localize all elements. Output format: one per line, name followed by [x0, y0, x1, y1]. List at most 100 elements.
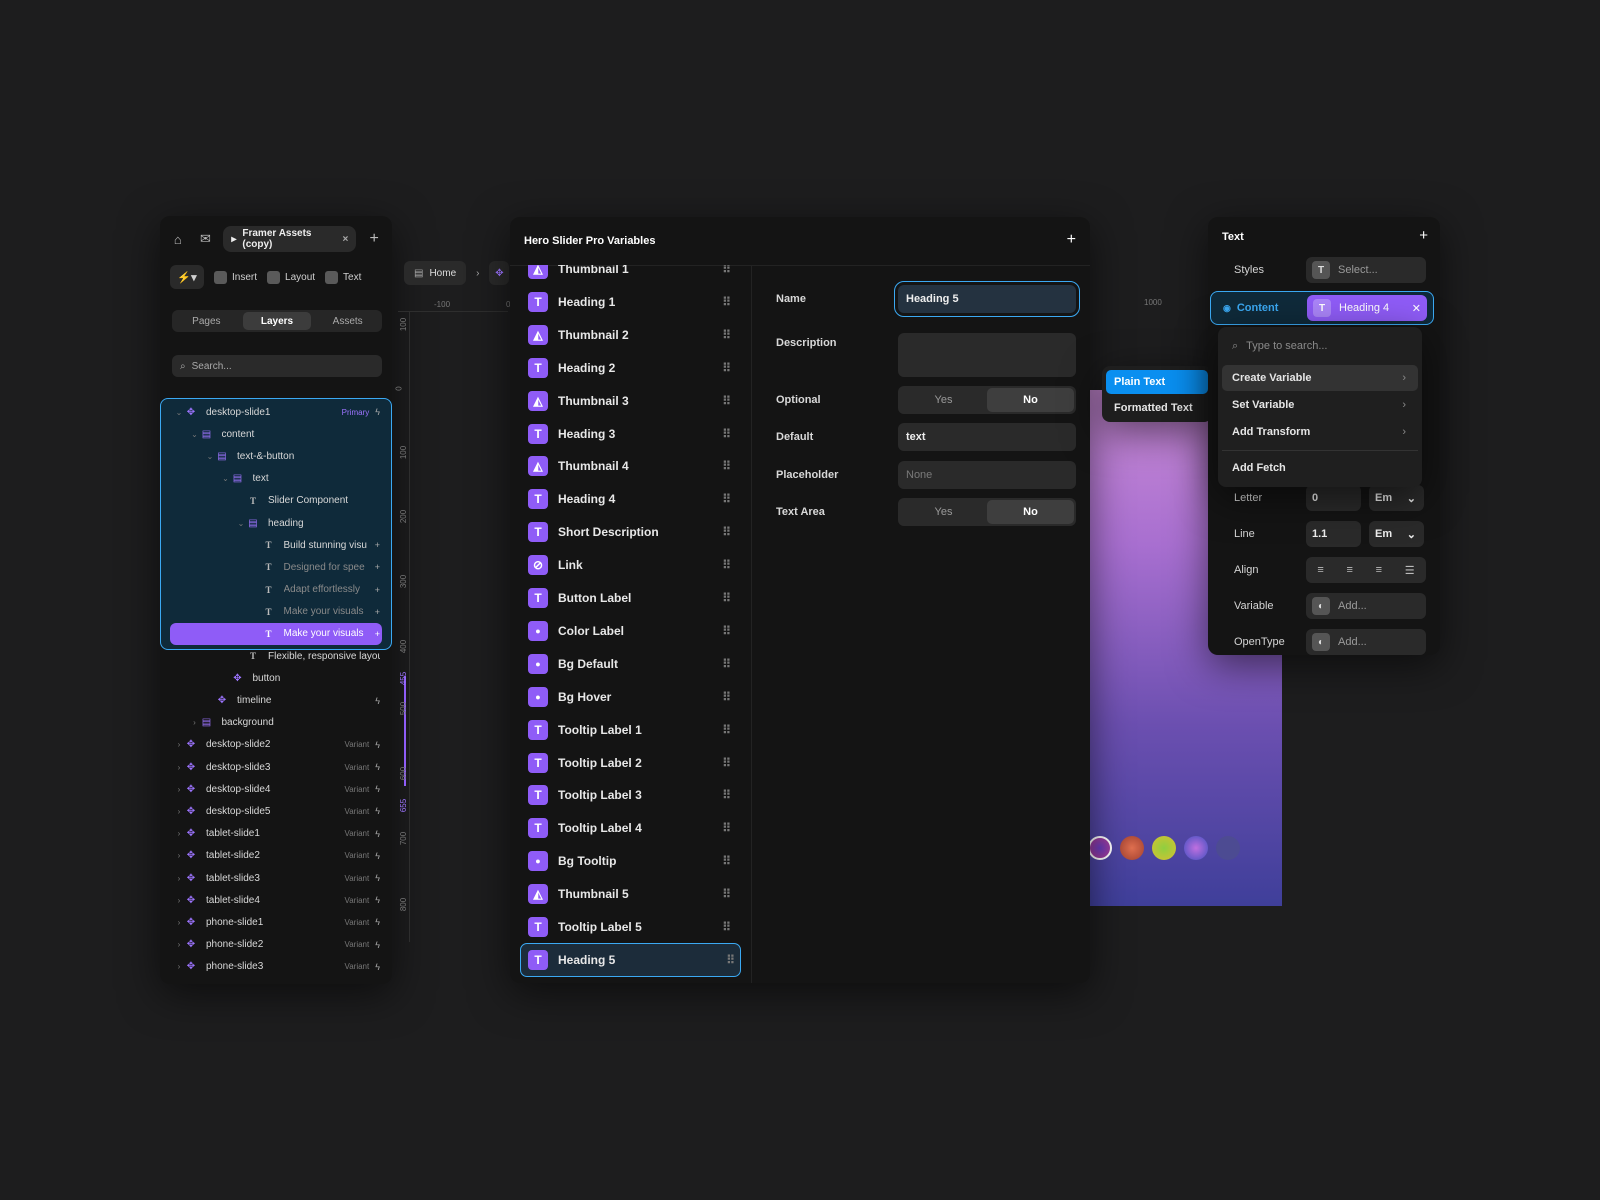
variable-row[interactable]: ◭ Thumbnail 4 ⠿ — [528, 452, 739, 480]
chevron-icon[interactable]: ⌄ — [221, 474, 231, 483]
layer-row[interactable]: › ✥ desktop-slide2 Variant ϟ — [160, 734, 392, 756]
layer-row[interactable]: ⌄ ✥ desktop-slide1 Primary ϟ — [160, 401, 392, 423]
thumbnail-dot[interactable] — [1216, 836, 1240, 860]
tab-layers[interactable]: Layers — [242, 312, 312, 330]
drag-handle-icon[interactable]: ⠿ — [722, 265, 731, 276]
layout-button[interactable]: Layout — [267, 270, 315, 284]
optional-yes[interactable]: Yes — [900, 388, 987, 412]
chevron-icon[interactable]: › — [174, 763, 184, 772]
description-textarea[interactable] — [898, 333, 1076, 377]
layer-row[interactable]: T Slider Component — [160, 490, 392, 512]
drag-handle-icon[interactable]: ⠿ — [722, 854, 731, 868]
chevron-icon[interactable]: ⌄ — [205, 452, 215, 461]
align-right-icon[interactable]: ≡ — [1376, 564, 1382, 576]
layer-row[interactable]: ✥ timeline ϟ — [160, 689, 392, 711]
thumbnail-dot[interactable] — [1184, 836, 1208, 860]
layer-row[interactable]: T Designed for spee + — [160, 556, 392, 578]
chevron-icon[interactable]: › — [174, 918, 184, 927]
drag-handle-icon[interactable]: ⠿ — [722, 723, 731, 737]
thumbnail-dot[interactable] — [1088, 836, 1112, 860]
add-variable-icon[interactable]: + — [375, 607, 380, 617]
project-tab[interactable]: ▸ Framer Assets (copy) × — [223, 226, 357, 252]
insert-button[interactable]: Insert — [214, 270, 257, 284]
drag-handle-icon[interactable]: ⠿ — [722, 394, 731, 408]
drag-handle-icon[interactable]: ⠿ — [722, 887, 731, 901]
add-icon[interactable]: + — [1419, 228, 1428, 243]
chevron-icon[interactable]: › — [174, 874, 184, 883]
drag-handle-icon[interactable]: ⠿ — [722, 459, 731, 473]
layer-row[interactable]: ⌄ ▤ heading — [160, 512, 392, 534]
layer-row[interactable]: ⌄ ▤ text — [160, 468, 392, 490]
chevron-icon[interactable]: › — [174, 740, 184, 749]
letter-input[interactable]: 0 — [1306, 485, 1361, 511]
add-variable-icon[interactable]: + — [375, 629, 380, 639]
line-input[interactable]: 1.1 — [1306, 521, 1361, 547]
drag-handle-icon[interactable]: ⠿ — [722, 328, 731, 342]
variable-row[interactable]: ● Bg Hover ⠿ — [528, 683, 739, 711]
letter-unit-select[interactable]: Em ⌄ — [1369, 485, 1424, 511]
content-variable-chip[interactable]: T Heading 4 ✕ — [1307, 295, 1427, 321]
variable-row[interactable]: ◭ Thumbnail 3 ⠿ — [528, 387, 739, 415]
name-input[interactable]: Heading 5 — [894, 281, 1080, 317]
chevron-icon[interactable]: ⌄ — [190, 430, 200, 439]
align-left-icon[interactable]: ≡ — [1317, 564, 1323, 576]
layer-row[interactable]: T Flexible, responsive layout — [160, 645, 392, 667]
drag-handle-icon[interactable]: ⠿ — [722, 361, 731, 375]
layer-row[interactable]: › ✥ phone-slide1 Variant ϟ — [160, 911, 392, 933]
chevron-icon[interactable]: ⌄ — [236, 519, 246, 528]
variable-row[interactable]: ● Bg Tooltip ⠿ — [528, 847, 739, 875]
framer-menu-button[interactable]: ⚡▾ — [170, 265, 204, 289]
textarea-no[interactable]: No — [987, 500, 1074, 524]
inbox-icon[interactable]: ✉ — [196, 228, 216, 250]
variable-row[interactable]: T Heading 2 ⠿ — [528, 354, 739, 382]
layer-row[interactable]: › ✥ desktop-slide3 Variant ϟ — [160, 756, 392, 778]
align-center-icon[interactable]: ≡ — [1346, 564, 1352, 576]
drag-handle-icon[interactable]: ⠿ — [722, 624, 731, 638]
create-variable-item[interactable]: Create Variable › — [1222, 365, 1418, 391]
drag-handle-icon[interactable]: ⠿ — [722, 427, 731, 441]
tab-pages[interactable]: Pages — [172, 310, 241, 332]
chevron-icon[interactable]: › — [190, 718, 200, 727]
layer-row[interactable]: › ✥ tablet-slide3 Variant ϟ — [160, 867, 392, 889]
chevron-icon[interactable]: ⌄ — [174, 408, 184, 417]
drag-handle-icon[interactable]: ⠿ — [722, 821, 731, 835]
variable-row[interactable]: ◭ Thumbnail 2 ⠿ — [528, 321, 739, 349]
tab-assets[interactable]: Assets — [313, 310, 382, 332]
drag-handle-icon[interactable]: ⠿ — [726, 953, 735, 967]
variable-row[interactable]: T Tooltip Label 5 ⠿ — [528, 913, 739, 941]
add-transform-item[interactable]: Add Transform › — [1222, 419, 1418, 445]
chevron-icon[interactable]: › — [174, 940, 184, 949]
layer-row[interactable]: › ✥ desktop-slide4 Variant ϟ — [160, 778, 392, 800]
variable-row[interactable]: T Tooltip Label 4 ⠿ — [528, 814, 739, 842]
text-button[interactable]: Text — [325, 270, 361, 284]
chevron-icon[interactable]: › — [174, 962, 184, 971]
add-fetch-item[interactable]: Add Fetch — [1222, 455, 1418, 481]
remove-icon[interactable]: ✕ — [1412, 302, 1421, 315]
add-variable-icon[interactable]: + — [375, 585, 380, 595]
variable-row[interactable]: ● Color Label ⠿ — [528, 617, 739, 645]
variable-row[interactable]: ⊘ Link ⠿ — [528, 551, 739, 579]
variable-add-field[interactable]: ◐ Add... — [1306, 593, 1426, 619]
default-input[interactable]: text — [898, 423, 1076, 451]
variable-row[interactable]: T Tooltip Label 1 ⠿ — [528, 716, 739, 744]
layer-row[interactable]: ✥ button — [160, 667, 392, 689]
drag-handle-icon[interactable]: ⠿ — [722, 690, 731, 704]
layer-row[interactable]: › ✥ tablet-slide1 Variant ϟ — [160, 823, 392, 845]
variable-row[interactable]: T Button Label ⠿ — [528, 584, 739, 612]
close-icon[interactable]: × — [342, 234, 348, 245]
layer-row[interactable]: › ✥ phone-slide3 Variant ϟ — [160, 956, 392, 978]
home-icon[interactable]: ⌂ — [168, 228, 188, 250]
layer-row[interactable]: T Adapt effortlessly + — [160, 579, 392, 601]
menu-search-input[interactable]: ⌕ Type to search... — [1226, 333, 1414, 359]
breadcrumb-home[interactable]: ▤ Home — [404, 261, 467, 285]
variable-row[interactable]: T Heading 3 ⠿ — [528, 420, 739, 448]
add-variable-icon[interactable]: + — [375, 540, 380, 550]
chevron-icon[interactable]: › — [174, 851, 184, 860]
variable-row[interactable]: T Heading 4 ⠿ — [528, 485, 739, 513]
variable-row[interactable]: ● Bg Default ⠿ — [528, 650, 739, 678]
layer-row[interactable]: ⌄ ▤ text-&-button — [160, 445, 392, 467]
layer-row[interactable]: › ▤ background — [160, 712, 392, 734]
layer-row[interactable]: T Make your visuals + — [160, 601, 392, 623]
add-variable-icon[interactable]: + — [375, 562, 380, 572]
chevron-icon[interactable]: › — [174, 829, 184, 838]
